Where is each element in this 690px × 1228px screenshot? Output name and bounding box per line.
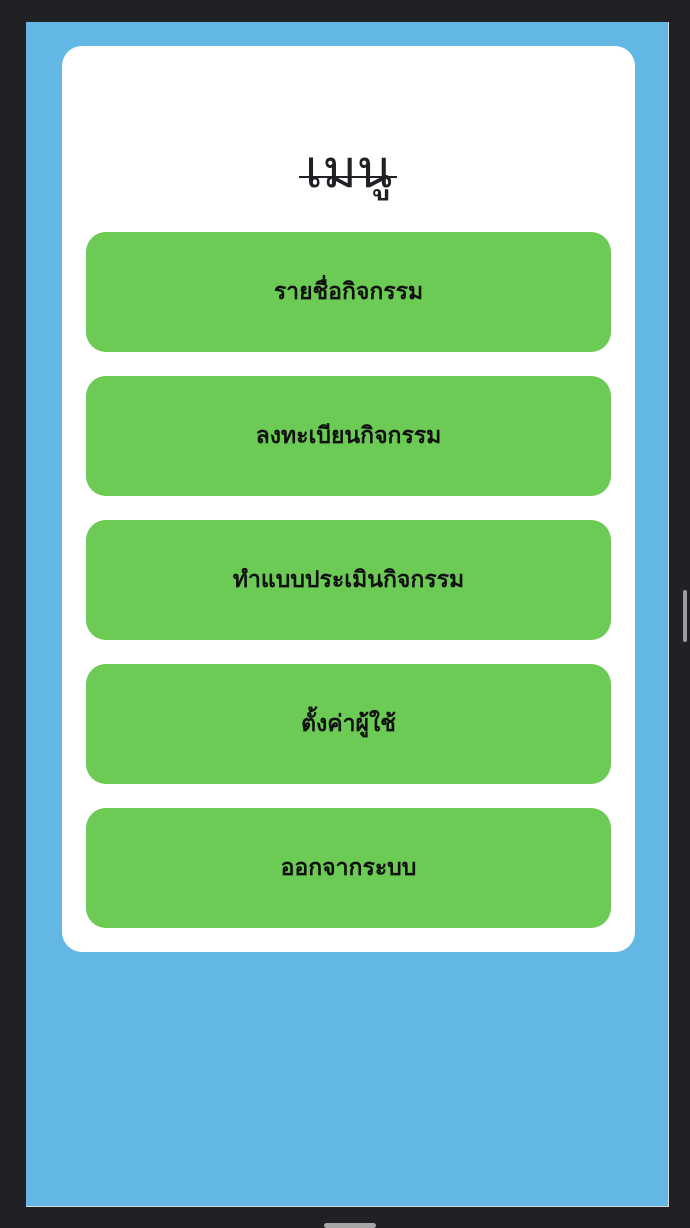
title-underline — [299, 176, 397, 178]
menu-card: เมนู รายชื่อกิจกรรม ลงทะเบียนกิจกรรม ทำแ… — [62, 46, 635, 952]
register-activity-button[interactable]: ลงทะเบียนกิจกรรม — [86, 376, 611, 496]
activity-evaluation-button[interactable]: ทำแบบประเมินกิจกรรม — [86, 520, 611, 640]
activity-list-button[interactable]: รายชื่อกิจกรรม — [86, 232, 611, 352]
page-title: เมนู — [304, 139, 393, 200]
vertical-scrollbar[interactable] — [683, 590, 687, 642]
logout-button[interactable]: ออกจากระบบ — [86, 808, 611, 928]
top-status-bar — [0, 0, 690, 22]
bottom-drag-handle[interactable] — [324, 1223, 376, 1228]
user-settings-button[interactable]: ตั้งค่าผู้ใช้ — [86, 664, 611, 784]
device-frame: เมนู รายชื่อกิจกรรม ลงทะเบียนกิจกรรม ทำแ… — [0, 0, 690, 1228]
app-viewport: เมนู รายชื่อกิจกรรม ลงทะเบียนกิจกรรม ทำแ… — [26, 22, 669, 1207]
